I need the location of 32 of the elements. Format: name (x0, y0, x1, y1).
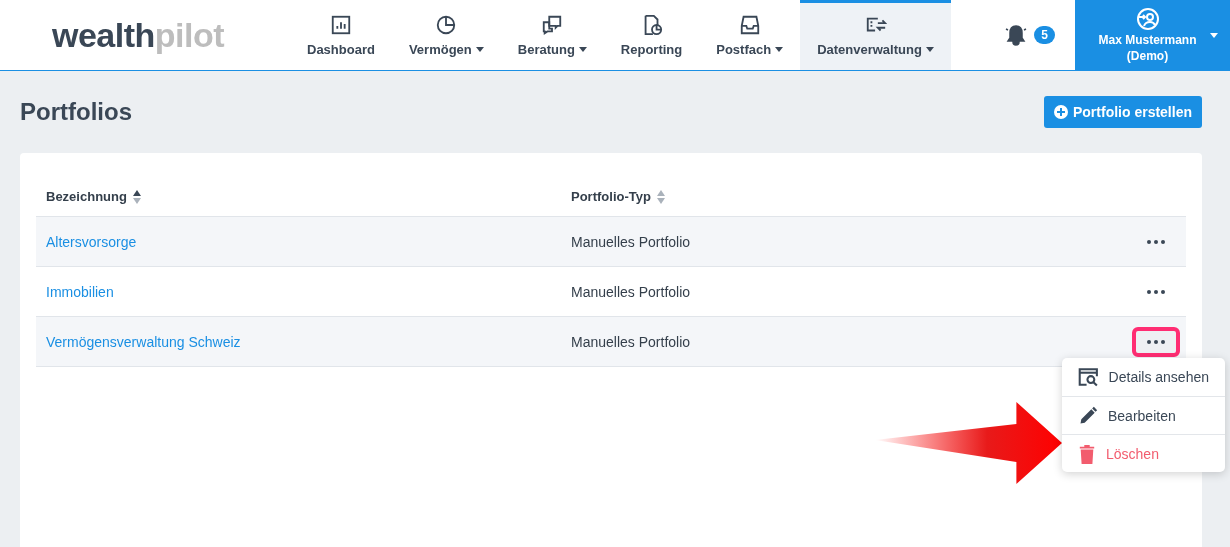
bar-chart-icon (329, 13, 352, 36)
wealthpilot-logo: wealthpilot (51, 14, 226, 56)
nav-item[interactable]: Beratung (500, 0, 604, 70)
column-header[interactable]: Portfolio-Typ (571, 189, 651, 204)
pencil-icon (1078, 405, 1098, 426)
user-switch-icon (1135, 7, 1160, 31)
chat-icon (541, 13, 564, 36)
caret-icon (1210, 32, 1218, 38)
sort-icon[interactable] (132, 189, 141, 204)
bell-icon[interactable] (1004, 24, 1029, 46)
more-icon (1147, 289, 1165, 294)
page-title: Portfolios (20, 98, 132, 126)
inbox-icon (738, 13, 761, 36)
more-icon (1147, 239, 1165, 244)
more-button[interactable] (1132, 326, 1180, 357)
table-cell-text: Manuelles Portfolio (571, 283, 692, 300)
pie-chart-icon (435, 13, 458, 36)
table-cell-text: Manuelles Portfolio (571, 233, 692, 250)
nav-item[interactable]: Datenverwaltung (800, 0, 951, 70)
menu-item[interactable]: Bearbeiten (1062, 396, 1225, 434)
more-icon (1147, 339, 1165, 344)
nav-item[interactable]: Reporting (603, 0, 700, 70)
menu-item[interactable]: Details ansehen (1062, 358, 1225, 396)
nav-item[interactable]: Dashboard (290, 0, 392, 70)
column-header[interactable]: Bezeichnung (46, 189, 127, 204)
nav-item[interactable]: Postfach (699, 0, 801, 70)
notification-count: 5 (1034, 26, 1055, 44)
details-icon (1078, 366, 1099, 388)
trash-icon (1078, 443, 1096, 464)
nav-item[interactable]: Vermögen (391, 0, 501, 70)
plus-icon (1053, 105, 1068, 119)
table-cell-text: Manuelles Portfolio (571, 333, 692, 350)
